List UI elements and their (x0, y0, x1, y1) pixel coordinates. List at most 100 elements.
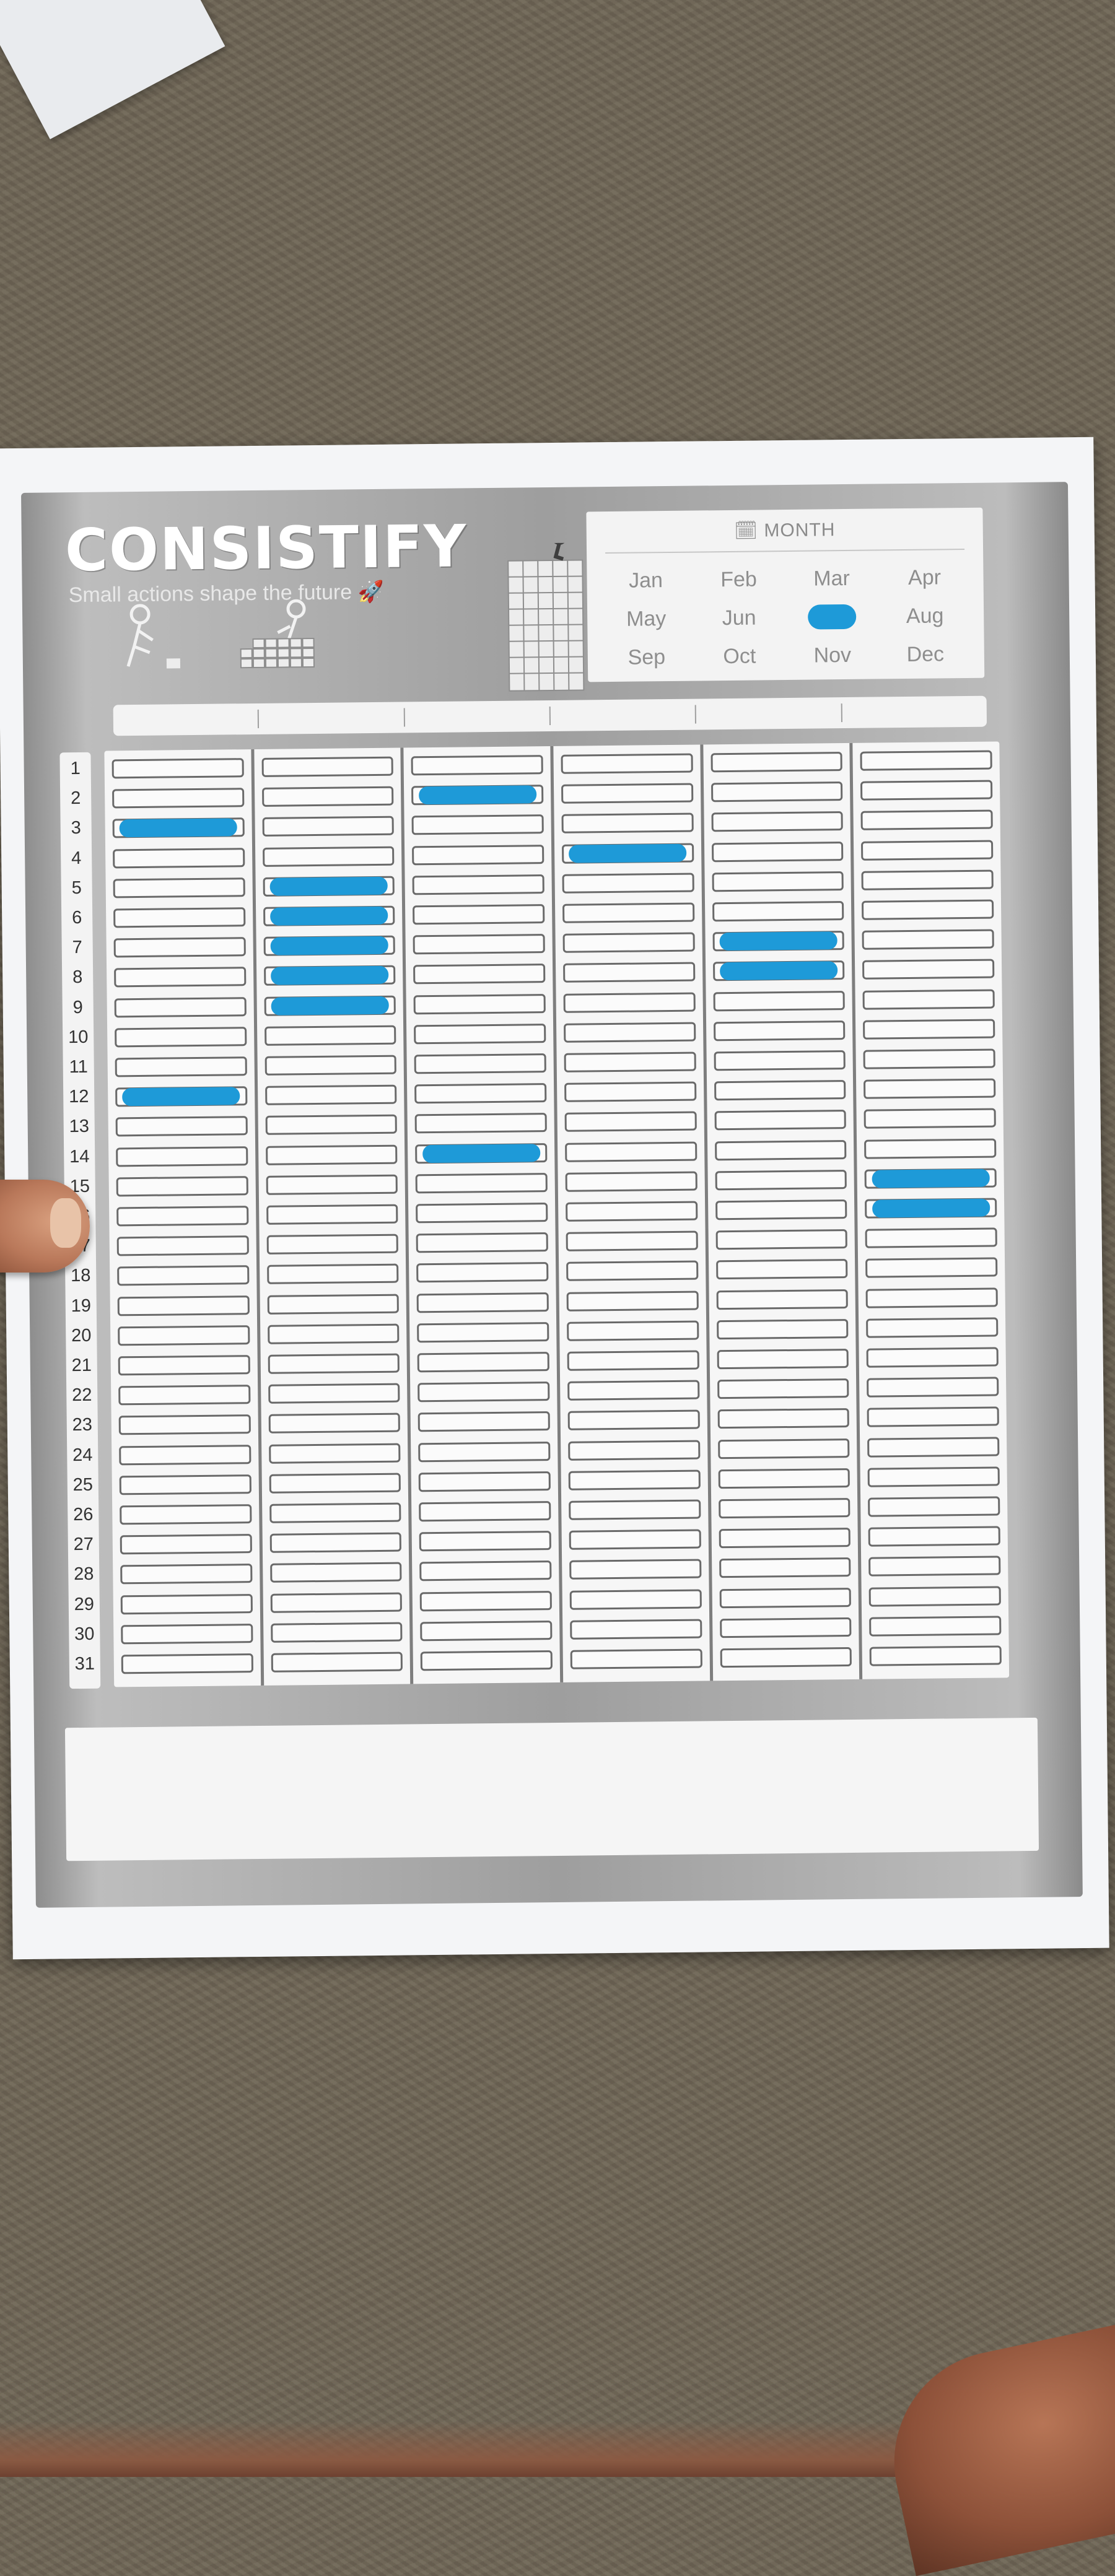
habit-checkbox[interactable] (562, 843, 694, 864)
habit-checkbox[interactable] (266, 1234, 399, 1255)
habit-checkbox[interactable] (113, 847, 245, 869)
habit-checkbox[interactable] (112, 758, 244, 779)
habit-checkbox[interactable] (421, 1650, 553, 1671)
habit-checkbox[interactable] (860, 780, 993, 801)
habit-checkbox[interactable] (415, 1172, 548, 1194)
habit-checkbox[interactable] (562, 872, 694, 894)
habit-checkbox[interactable] (719, 1557, 851, 1578)
habit-checkbox[interactable] (715, 1229, 848, 1250)
habit-checkbox[interactable] (865, 1227, 997, 1248)
habit-checkbox[interactable] (417, 1321, 549, 1343)
habit-checkbox[interactable] (117, 1295, 250, 1316)
habit-checkbox[interactable] (717, 1438, 850, 1459)
habit-checkbox[interactable] (564, 1022, 696, 1043)
habit-checkbox[interactable] (863, 1048, 995, 1069)
habit-checkbox[interactable] (411, 785, 544, 806)
habit-checkbox[interactable] (860, 750, 992, 771)
month-option[interactable]: Dec (879, 635, 973, 674)
habit-checkbox[interactable] (265, 1144, 398, 1165)
habit-checkbox[interactable] (719, 1587, 852, 1608)
habit-checkbox[interactable] (862, 899, 994, 920)
habit-checkbox[interactable] (120, 1534, 252, 1555)
habit-checkbox[interactable] (569, 1559, 702, 1580)
habit-checkbox[interactable] (121, 1623, 253, 1645)
habit-checkbox[interactable] (717, 1349, 849, 1370)
habit-checkbox[interactable] (568, 1469, 701, 1490)
habit-checkbox[interactable] (718, 1468, 850, 1489)
habit-checkbox[interactable] (114, 967, 247, 988)
habit-checkbox[interactable] (413, 934, 545, 955)
habit-checkbox[interactable] (567, 1380, 700, 1401)
habit-checkbox[interactable] (265, 1084, 397, 1106)
habit-checkbox[interactable] (562, 932, 695, 953)
habit-checkbox[interactable] (118, 1355, 250, 1376)
habit-checkbox[interactable] (418, 1382, 550, 1403)
habit-checkbox[interactable] (715, 1199, 847, 1221)
habit-checkbox[interactable] (569, 1589, 702, 1610)
habit-checkbox[interactable] (413, 964, 546, 985)
habit-checkbox[interactable] (866, 1317, 999, 1338)
habit-checkbox[interactable] (863, 1019, 995, 1040)
month-option[interactable]: Aug (878, 597, 972, 636)
habit-checkbox[interactable] (715, 1169, 847, 1191)
habit-checkbox[interactable] (864, 1078, 996, 1099)
habit-checkbox[interactable] (868, 1496, 1000, 1517)
habit-checkbox[interactable] (114, 996, 247, 1017)
habit-checkbox[interactable] (712, 901, 844, 922)
habit-checkbox[interactable] (414, 1053, 546, 1074)
habit-checkbox[interactable] (116, 1235, 249, 1256)
habit-checkbox[interactable] (113, 907, 246, 928)
month-option[interactable]: May (600, 599, 693, 638)
habit-checkbox[interactable] (115, 1026, 247, 1048)
habit-checkbox[interactable] (567, 1350, 699, 1371)
habit-checkbox[interactable] (570, 1619, 702, 1640)
habit-checkbox[interactable] (867, 1406, 999, 1428)
habit-checkbox[interactable] (865, 1257, 998, 1279)
habit-checkbox[interactable] (564, 1111, 697, 1133)
habit-checkbox[interactable] (119, 1444, 251, 1465)
habit-checkbox[interactable] (712, 871, 844, 892)
habit-checkbox[interactable] (868, 1526, 1000, 1547)
habit-checkbox[interactable] (864, 1108, 996, 1129)
habit-checkbox[interactable] (112, 817, 245, 838)
habit-checkbox[interactable] (419, 1590, 552, 1611)
habit-checkbox[interactable] (419, 1501, 551, 1522)
habit-checkbox[interactable] (269, 1473, 401, 1494)
habit-checkbox[interactable] (865, 1287, 998, 1308)
habit-checkbox[interactable] (861, 869, 994, 890)
habit-checkbox[interactable] (561, 783, 694, 804)
habit-checkbox[interactable] (267, 1323, 400, 1344)
habit-checkbox[interactable] (566, 1290, 699, 1312)
habit-name-slot[interactable] (550, 705, 697, 726)
habit-checkbox[interactable] (715, 1259, 848, 1280)
habit-checkbox[interactable] (270, 1622, 403, 1643)
habit-checkbox[interactable] (564, 1081, 697, 1102)
habit-checkbox[interactable] (717, 1408, 850, 1429)
habit-checkbox[interactable] (268, 1412, 401, 1434)
habit-checkbox[interactable] (263, 935, 396, 957)
habit-checkbox[interactable] (263, 965, 396, 986)
habit-checkbox[interactable] (414, 1113, 547, 1134)
habit-checkbox[interactable] (569, 1529, 701, 1550)
habit-checkbox[interactable] (561, 753, 693, 774)
habit-checkbox[interactable] (113, 937, 246, 958)
habit-checkbox[interactable] (262, 846, 395, 867)
habit-checkbox[interactable] (118, 1385, 251, 1406)
habit-checkbox[interactable] (115, 1086, 248, 1107)
habit-checkbox[interactable] (719, 1617, 852, 1638)
habit-checkbox[interactable] (416, 1232, 548, 1253)
habit-checkbox[interactable] (566, 1230, 698, 1251)
habit-checkbox[interactable] (116, 1146, 248, 1167)
habit-checkbox[interactable] (711, 752, 843, 773)
habit-checkbox[interactable] (714, 1110, 847, 1131)
habit-checkbox[interactable] (269, 1562, 402, 1583)
habit-checkbox[interactable] (269, 1532, 402, 1554)
habit-checkbox[interactable] (711, 811, 844, 832)
month-option[interactable]: Oct (693, 637, 787, 676)
habit-checkbox[interactable] (268, 1383, 400, 1404)
habit-checkbox[interactable] (712, 960, 845, 981)
habit-checkbox[interactable] (566, 1201, 698, 1222)
habit-name-slot[interactable] (404, 707, 551, 727)
habit-checkbox[interactable] (264, 1025, 396, 1046)
notes-box[interactable] (64, 1717, 1039, 1861)
